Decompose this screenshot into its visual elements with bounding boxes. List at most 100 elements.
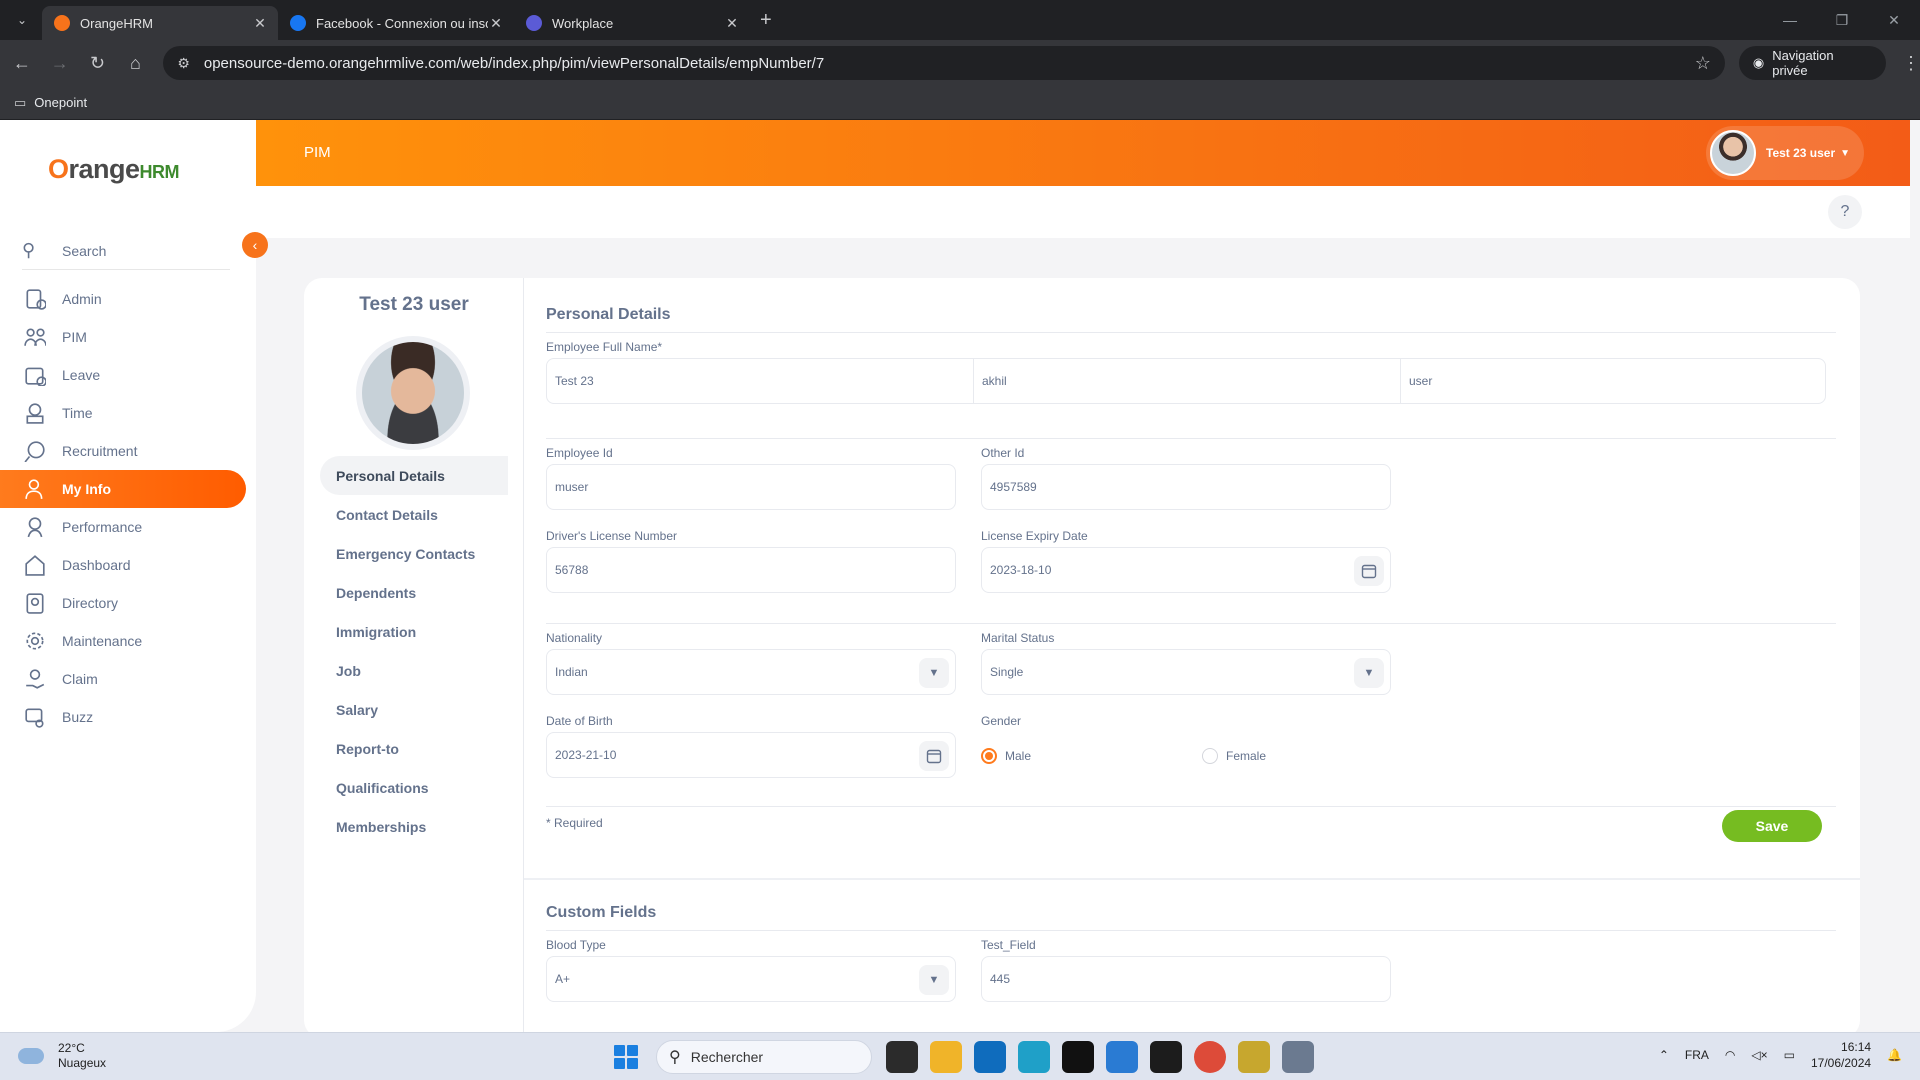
close-tab-icon[interactable]: ✕	[252, 15, 268, 32]
private-browsing-badge[interactable]: ◉ Navigation privée	[1738, 46, 1887, 80]
bookmark-star-icon[interactable]: ☆	[1695, 53, 1711, 74]
language-indicator[interactable]: FRA	[1685, 1048, 1709, 1062]
close-window-icon[interactable]: ✕	[1868, 0, 1920, 40]
top-header: PIM Test 23 user ▼	[256, 120, 1910, 186]
license-expiry-input[interactable]: 2023-18-10	[981, 547, 1391, 593]
app-icon[interactable]	[1238, 1041, 1270, 1073]
restore-icon[interactable]: ❐	[1816, 0, 1868, 40]
task-view-icon[interactable]	[886, 1041, 918, 1073]
sidebar-item-performance[interactable]: Performance	[0, 508, 256, 546]
windows-start-icon[interactable]	[614, 1045, 638, 1069]
chrome-icon[interactable]	[1194, 1041, 1226, 1073]
sidebar-item-admin[interactable]: Admin	[0, 280, 256, 318]
gender-female-label: Female	[1226, 749, 1267, 763]
tab-immigration[interactable]: Immigration	[320, 612, 508, 651]
weather-widget[interactable]: 22°C Nuageux	[18, 1041, 106, 1071]
sidebar-item-pim[interactable]: PIM	[0, 318, 256, 356]
back-icon[interactable]: ←	[6, 47, 38, 79]
sidebar-item-claim[interactable]: Claim	[0, 660, 256, 698]
middle-name-input[interactable]: akhil	[973, 358, 1401, 404]
bookmark-onepoint[interactable]: Onepoint	[34, 95, 87, 110]
gender-male-label: Male	[1005, 749, 1032, 763]
last-name-input[interactable]: user	[1400, 358, 1826, 404]
orangehrm-logo[interactable]: OrangeHRM	[48, 154, 180, 185]
blood-type-select[interactable]: A+ ▼	[546, 956, 956, 1002]
reload-icon[interactable]: ↻	[82, 47, 114, 79]
user-name: Test 23 user	[1766, 146, 1836, 160]
temperature: 22°C	[58, 1041, 85, 1055]
file-explorer-icon[interactable]	[930, 1041, 962, 1073]
sidebar-search[interactable]: ⚲ Search	[22, 232, 230, 270]
browser-tab-orangehrm[interactable]: OrangeHRM ✕	[42, 6, 278, 40]
pycharm-icon[interactable]	[1150, 1041, 1182, 1073]
sidebar-item-recruitment[interactable]: Recruitment	[0, 432, 256, 470]
minimize-icon[interactable]: —	[1764, 0, 1816, 40]
dropdown-arrow-icon[interactable]: ▼	[919, 965, 949, 995]
gender-male-radio[interactable]: Male	[981, 748, 1031, 764]
clock[interactable]: 16:14 17/06/2024	[1811, 1039, 1871, 1071]
battery-icon[interactable]: ▭	[1784, 1048, 1795, 1062]
browser-tab-workplace[interactable]: Workplace ✕	[514, 6, 750, 40]
nationality-select[interactable]: Indian ▼	[546, 649, 956, 695]
first-name-input[interactable]: Test 23	[546, 358, 974, 404]
tab-qualifications[interactable]: Qualifications	[320, 768, 508, 807]
notion-icon[interactable]	[1062, 1041, 1094, 1073]
taskbar-search[interactable]: ⚲ Rechercher	[656, 1040, 872, 1074]
window-controls: — ❐ ✕	[1764, 0, 1920, 40]
volume-muted-icon[interactable]: ◁×	[1751, 1048, 1767, 1062]
close-tab-icon[interactable]: ✕	[488, 15, 504, 32]
address-bar[interactable]: ⚙ opensource-demo.orangehrmlive.com/web/…	[163, 46, 1725, 80]
test-field-input[interactable]: 445	[981, 956, 1391, 1002]
sidebar-item-label: Claim	[62, 671, 98, 687]
dob-label: Date of Birth	[546, 714, 613, 728]
wifi-icon[interactable]: ◠	[1725, 1048, 1735, 1062]
tab-search-icon[interactable]: ⌄	[6, 4, 38, 36]
marital-status-select[interactable]: Single ▼	[981, 649, 1391, 695]
tab-memberships[interactable]: Memberships	[320, 807, 508, 846]
edge-icon[interactable]	[1018, 1041, 1050, 1073]
license-input[interactable]: 56788	[546, 547, 956, 593]
dob-input[interactable]: 2023-21-10	[546, 732, 956, 778]
calendar-icon[interactable]	[1354, 556, 1384, 586]
tab-personal-details[interactable]: Personal Details	[320, 456, 508, 495]
gender-female-radio[interactable]: Female	[1202, 748, 1266, 764]
notification-bell-icon[interactable]: 🔔	[1887, 1048, 1902, 1062]
settings-icon[interactable]	[1282, 1041, 1314, 1073]
collapse-sidebar-button[interactable]: ‹	[242, 232, 268, 258]
vscode-icon[interactable]	[1106, 1041, 1138, 1073]
nationality-value: Indian	[555, 665, 588, 679]
sidebar-item-leave[interactable]: Leave	[0, 356, 256, 394]
sidebar-item-label: Leave	[62, 367, 101, 383]
browser-tab-facebook[interactable]: Facebook - Connexion ou inscri ✕	[278, 6, 514, 40]
user-dropdown[interactable]: Test 23 user ▼	[1706, 126, 1864, 180]
outlook-icon[interactable]	[974, 1041, 1006, 1073]
tab-job[interactable]: Job	[320, 651, 508, 690]
save-button[interactable]: Save	[1722, 810, 1822, 842]
browser-menu-icon[interactable]: ⋮	[1902, 53, 1920, 74]
calendar-icon[interactable]	[919, 741, 949, 771]
new-tab-button[interactable]: +	[760, 9, 772, 32]
dropdown-arrow-icon[interactable]: ▼	[1354, 658, 1384, 688]
windows-taskbar: 22°C Nuageux ⚲ Rechercher ⌃ FRA ◠ ◁× ▭ 16:…	[0, 1032, 1920, 1080]
close-tab-icon[interactable]: ✕	[724, 15, 740, 32]
sidebar-item-time[interactable]: Time	[0, 394, 256, 432]
sidebar-item-maintenance[interactable]: Maintenance	[0, 622, 256, 660]
chevron-up-icon[interactable]: ⌃	[1659, 1048, 1669, 1062]
employee-id-input[interactable]: muser	[546, 464, 956, 510]
forward-icon[interactable]: →	[44, 47, 76, 79]
tab-salary[interactable]: Salary	[320, 690, 508, 729]
tab-dependents[interactable]: Dependents	[320, 573, 508, 612]
sidebar-item-dashboard[interactable]: Dashboard	[0, 546, 256, 584]
tab-contact-details[interactable]: Contact Details	[320, 495, 508, 534]
home-icon[interactable]: ⌂	[119, 47, 151, 79]
other-id-input[interactable]: 4957589	[981, 464, 1391, 510]
tab-emergency-contacts[interactable]: Emergency Contacts	[320, 534, 508, 573]
sidebar-item-my-info[interactable]: My Info	[0, 470, 246, 508]
help-button[interactable]: ?	[1828, 195, 1862, 229]
dropdown-arrow-icon[interactable]: ▼	[919, 658, 949, 688]
sidebar-item-directory[interactable]: Directory	[0, 584, 256, 622]
sidebar-item-buzz[interactable]: Buzz	[0, 698, 256, 736]
tab-report-to[interactable]: Report-to	[320, 729, 508, 768]
site-info-icon[interactable]: ⚙	[177, 55, 190, 72]
employee-photo[interactable]	[356, 336, 470, 450]
